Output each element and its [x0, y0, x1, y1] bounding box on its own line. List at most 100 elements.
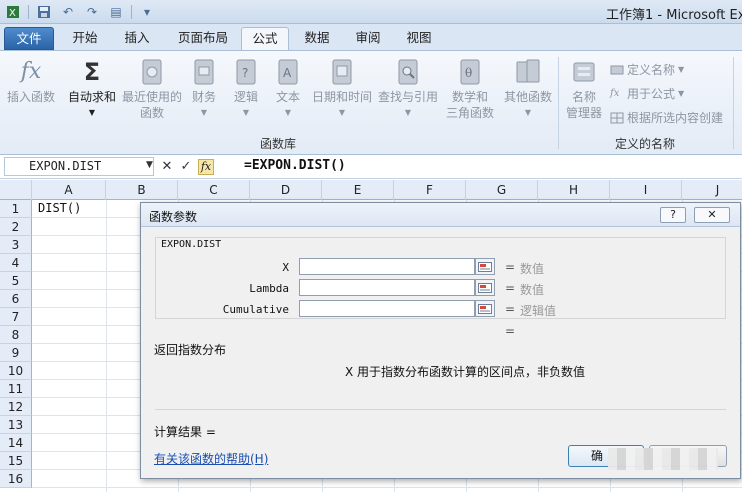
- tab-formulas[interactable]: 公式: [241, 27, 289, 50]
- row-header[interactable]: 6: [0, 290, 32, 308]
- row-header[interactable]: 9: [0, 344, 32, 362]
- name-box[interactable]: EXPON.DIST: [4, 157, 154, 176]
- more-functions-button[interactable]: 其他函数 ▼: [500, 57, 556, 121]
- group-separator: [733, 57, 734, 149]
- lambda-input[interactable]: [299, 279, 475, 296]
- print-preview-icon[interactable]: ▤: [107, 3, 125, 20]
- tab-view[interactable]: 视图: [396, 27, 442, 50]
- close-icon[interactable]: ✕: [694, 207, 730, 223]
- row-header[interactable]: 13: [0, 416, 32, 434]
- autosum-button[interactable]: Σ 自动求和 ▼: [64, 57, 120, 121]
- formula-result: 计算结果 =: [154, 425, 216, 439]
- row-header[interactable]: 16: [0, 470, 32, 488]
- insert-function-icon[interactable]: fx: [198, 158, 214, 175]
- row-header[interactable]: 2: [0, 218, 32, 236]
- collapse-dialog-icon[interactable]: [475, 300, 495, 317]
- dialog-title-bar: 函数参数: [141, 203, 740, 227]
- collapse-dialog-icon[interactable]: [475, 279, 495, 296]
- group-separator: [558, 57, 559, 149]
- row-header[interactable]: 7: [0, 308, 32, 326]
- ribbon: fx 插入函数 Σ 自动求和 ▼ 最近使用的 函数 财务 ▼ ? 逻辑 ▼ A …: [0, 50, 742, 155]
- create-from-selection-button[interactable]: 根据所选内容创建: [610, 109, 723, 126]
- undo-icon[interactable]: ↶: [59, 3, 77, 20]
- math-trig-button[interactable]: θ 数学和 三角函数: [440, 57, 500, 121]
- row-header[interactable]: 3: [0, 236, 32, 254]
- formula-input[interactable]: =EXPON.DIST(): [244, 158, 346, 173]
- book-icon: [398, 59, 418, 85]
- excel-icon[interactable]: X: [4, 3, 22, 20]
- title-bar: X ↶ ↷ ▤ ▾ 工作簿1 - Microsoft Ex: [0, 0, 742, 24]
- lookup-reference-button[interactable]: 查找与引用 ▼: [376, 57, 440, 121]
- function-name-label: EXPON.DIST: [159, 239, 224, 250]
- collapse-dialog-icon[interactable]: [475, 258, 495, 275]
- dialog-title: 函数参数: [149, 210, 198, 224]
- column-header[interactable]: J: [682, 180, 742, 200]
- row-header[interactable]: 8: [0, 326, 32, 344]
- tab-review[interactable]: 审阅: [345, 27, 391, 50]
- fx-icon: fx: [20, 59, 42, 84]
- customize-qat-icon[interactable]: ▾: [138, 3, 156, 20]
- row-header[interactable]: 4: [0, 254, 32, 272]
- row-header[interactable]: 12: [0, 398, 32, 416]
- ribbon-tabs: 文件 开始 插入 页面布局 公式 数据 审阅 视图: [0, 24, 742, 50]
- chevron-down-icon: ▼: [284, 108, 292, 117]
- svg-text:?: ?: [242, 66, 248, 80]
- column-header[interactable]: D: [250, 180, 322, 200]
- cumulative-input[interactable]: [299, 300, 475, 317]
- use-in-formula-button[interactable]: fx 用于公式 ▼: [610, 85, 684, 102]
- chevron-down-icon: ▼: [524, 108, 532, 117]
- arg-equals: =: [505, 302, 516, 316]
- logical-button[interactable]: ? 逻辑 ▼: [228, 57, 264, 121]
- financial-button[interactable]: 财务 ▼: [186, 57, 222, 121]
- tab-page-layout[interactable]: 页面布局: [168, 27, 238, 50]
- chevron-down-icon: ▼: [242, 108, 250, 117]
- tab-insert[interactable]: 插入: [114, 27, 160, 50]
- row-header[interactable]: 1: [0, 200, 32, 218]
- svg-text:θ: θ: [465, 66, 472, 80]
- book-icon: [516, 59, 540, 83]
- book-icon: [194, 59, 214, 85]
- insert-function-button[interactable]: fx 插入函数: [4, 57, 58, 105]
- redo-icon[interactable]: ↷: [83, 3, 101, 20]
- column-headers: A B C D E F G H I J: [0, 180, 742, 200]
- function-arguments-dialog: 函数参数 ? ✕ EXPON.DIST X = 数值 Lambda = 数值 C…: [140, 202, 741, 479]
- arg-hint-lambda: 数值: [520, 283, 545, 297]
- dialog-divider: [155, 409, 726, 410]
- row-header[interactable]: 11: [0, 380, 32, 398]
- column-header[interactable]: I: [610, 180, 682, 200]
- function-help-link[interactable]: 有关该函数的帮助(H): [154, 450, 268, 467]
- cancel-icon[interactable]: ✕: [160, 159, 174, 174]
- text-button[interactable]: A 文本 ▼: [270, 57, 306, 121]
- column-header[interactable]: B: [106, 180, 178, 200]
- tab-file[interactable]: 文件: [4, 27, 54, 50]
- result-equals: =: [505, 324, 516, 338]
- enter-icon[interactable]: ✓: [179, 159, 193, 174]
- select-all-corner[interactable]: [0, 180, 32, 200]
- chevron-down-icon[interactable]: ▼: [146, 160, 153, 170]
- recent-functions-button[interactable]: 最近使用的 函数: [120, 57, 184, 121]
- column-header[interactable]: A: [32, 180, 106, 200]
- save-icon[interactable]: [35, 3, 53, 20]
- column-header[interactable]: H: [538, 180, 610, 200]
- tab-data[interactable]: 数据: [294, 27, 340, 50]
- row-header[interactable]: 10: [0, 362, 32, 380]
- column-header[interactable]: G: [466, 180, 538, 200]
- book-icon: A: [278, 59, 298, 85]
- name-manager-button[interactable]: 名称 管理器: [562, 57, 606, 121]
- row-header[interactable]: 14: [0, 434, 32, 452]
- book-icon: ?: [236, 59, 256, 85]
- arg-equals: =: [505, 281, 516, 295]
- row-header[interactable]: 15: [0, 452, 32, 470]
- define-name-button[interactable]: 定义名称 ▼: [610, 61, 684, 78]
- x-input[interactable]: [299, 258, 475, 275]
- cell-a1[interactable]: DIST(): [38, 201, 81, 215]
- function-description: 返回指数分布: [154, 343, 227, 357]
- tab-home[interactable]: 开始: [62, 27, 108, 50]
- column-header[interactable]: E: [322, 180, 394, 200]
- date-time-button[interactable]: 日期和时间 ▼: [310, 57, 374, 121]
- column-header[interactable]: C: [178, 180, 250, 200]
- row-header[interactable]: 5: [0, 272, 32, 290]
- chevron-down-icon: ▼: [404, 108, 412, 117]
- help-icon[interactable]: ?: [660, 207, 686, 223]
- column-header[interactable]: F: [394, 180, 466, 200]
